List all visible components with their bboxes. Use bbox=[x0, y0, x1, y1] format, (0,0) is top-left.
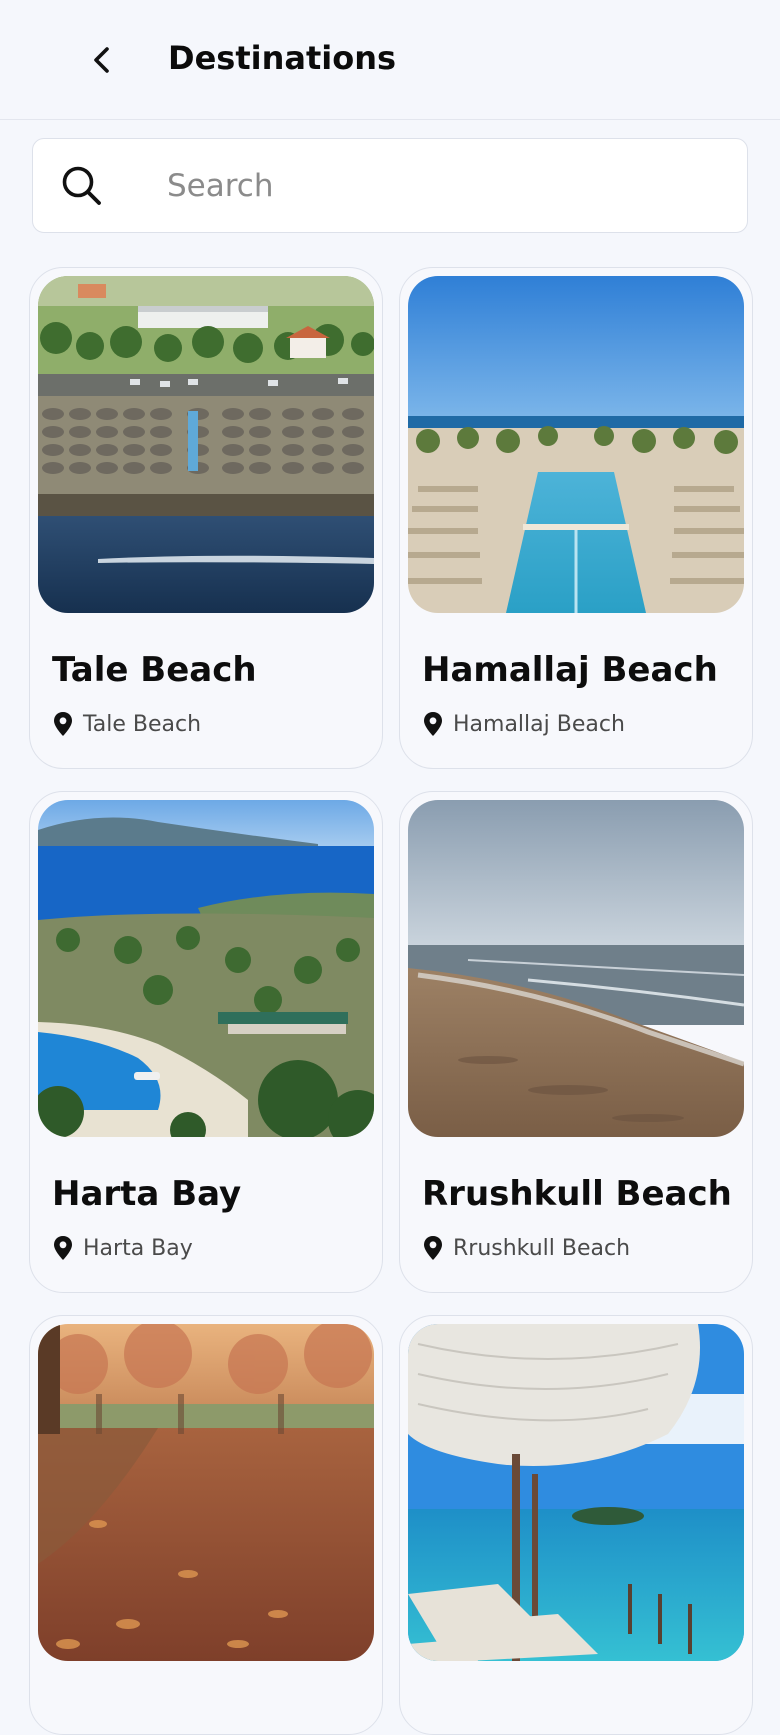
destination-name: Tale Beach bbox=[52, 650, 257, 690]
destination-card-autumn-park[interactable] bbox=[29, 1315, 383, 1735]
search-bar[interactable] bbox=[32, 138, 748, 233]
location-pin-icon bbox=[54, 712, 72, 736]
search-icon[interactable] bbox=[59, 163, 105, 209]
destination-card-tale-beach[interactable]: Tale Beach Tale Beach bbox=[29, 267, 383, 769]
destination-card-rrushkull-beach[interactable]: Rrushkull Beach Rrushkull Beach bbox=[399, 791, 753, 1293]
destination-name: Hamallaj Beach bbox=[422, 650, 718, 690]
app-header: Destinations bbox=[0, 0, 780, 120]
back-button[interactable] bbox=[76, 30, 128, 90]
destination-location: Hamallaj Beach bbox=[422, 704, 625, 744]
destination-location: Harta Bay bbox=[52, 1228, 193, 1268]
destination-card-hamallaj-beach[interactable]: Hamallaj Beach Hamallaj Beach bbox=[399, 267, 753, 769]
destination-location: Tale Beach bbox=[52, 704, 201, 744]
location-label: Hamallaj Beach bbox=[453, 711, 625, 737]
destination-name: Harta Bay bbox=[52, 1174, 242, 1214]
chevron-left-icon bbox=[94, 47, 109, 73]
location-pin-icon bbox=[54, 1236, 72, 1260]
location-label: Harta Bay bbox=[83, 1235, 193, 1261]
beach-parasols-photo bbox=[408, 1324, 744, 1661]
destination-name: Rrushkull Beach bbox=[422, 1174, 732, 1214]
autumn-park-photo bbox=[38, 1324, 374, 1661]
destination-card-beach-parasols[interactable] bbox=[399, 1315, 753, 1735]
location-label: Rrushkull Beach bbox=[453, 1235, 631, 1261]
page-title: Destinations bbox=[168, 39, 397, 77]
destination-card-harta-bay[interactable]: Harta Bay Harta Bay bbox=[29, 791, 383, 1293]
location-pin-icon bbox=[424, 1236, 442, 1260]
location-label: Tale Beach bbox=[83, 711, 202, 737]
search-input[interactable] bbox=[167, 157, 707, 215]
rrushkull-beach-photo bbox=[408, 800, 744, 1137]
location-pin-icon bbox=[424, 712, 442, 736]
tale-beach-photo bbox=[38, 276, 374, 613]
hamallaj-beach-photo bbox=[408, 276, 744, 613]
harta-bay-photo bbox=[38, 800, 374, 1137]
destination-location: Rrushkull Beach bbox=[422, 1228, 630, 1268]
